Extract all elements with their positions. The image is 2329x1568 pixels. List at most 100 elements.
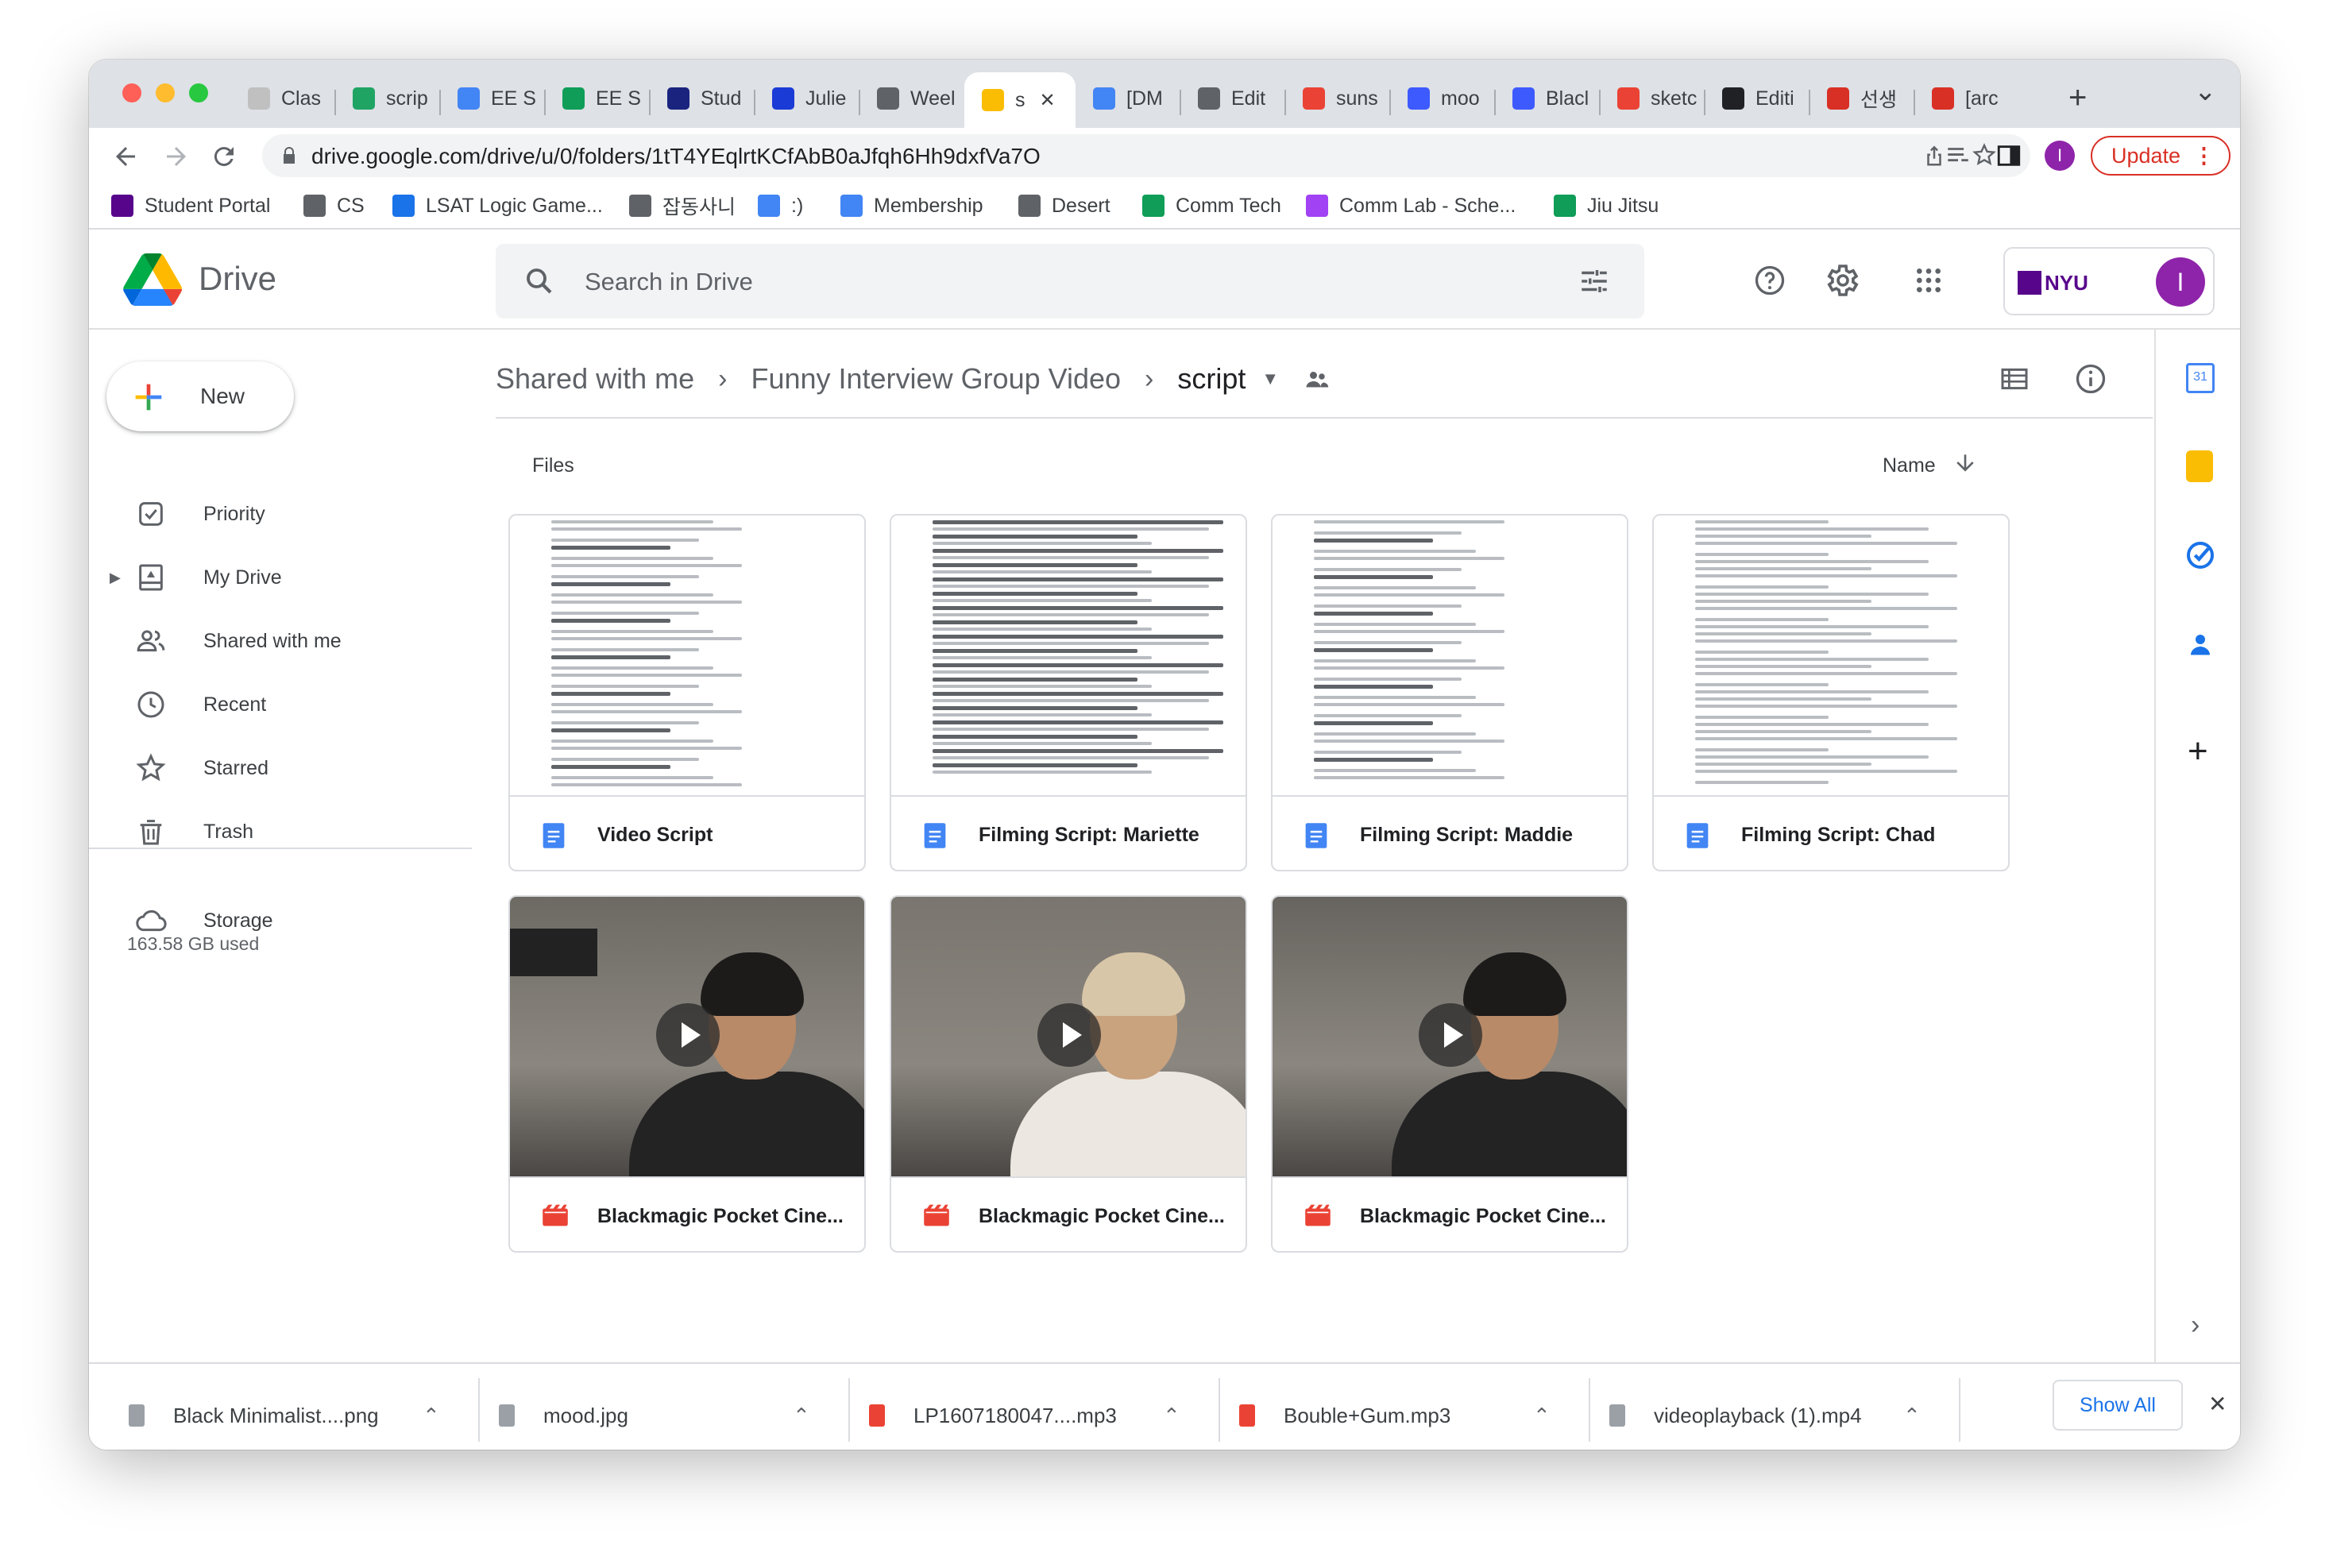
bookmark-item[interactable]: :) bbox=[758, 191, 803, 220]
browser-tab[interactable]: Blacl bbox=[1495, 77, 1600, 120]
download-item[interactable]: videoplayback (1).mp4 ⌃ bbox=[1601, 1385, 1951, 1446]
bookmark-item[interactable]: Student Portal bbox=[111, 191, 270, 220]
bookmark-item[interactable]: Comm Lab - Sche... bbox=[1306, 191, 1516, 220]
sidebar-item-recent[interactable]: Recent bbox=[135, 678, 266, 732]
tab-search-button[interactable]: ⌄ bbox=[2194, 75, 2217, 107]
calendar-icon[interactable]: 31 bbox=[2186, 363, 2215, 393]
dropdown-arrow-icon[interactable]: ▼ bbox=[1261, 369, 1279, 389]
expand-arrow-icon[interactable]: ▶ bbox=[110, 570, 121, 586]
reading-list-icon[interactable] bbox=[1945, 142, 1972, 169]
info-icon[interactable] bbox=[2073, 361, 2108, 396]
list-view-icon[interactable] bbox=[1999, 363, 2030, 395]
account-avatar[interactable]: I bbox=[2156, 257, 2205, 307]
profile-avatar[interactable]: I bbox=[2045, 141, 2075, 171]
bookmark-item[interactable]: CS bbox=[303, 191, 365, 220]
browser-tab[interactable]: Weel bbox=[859, 77, 964, 120]
zoom-window-button[interactable] bbox=[189, 83, 208, 102]
sidebar-item-starred[interactable]: Starred bbox=[135, 741, 268, 795]
file-type-icon bbox=[499, 1404, 515, 1427]
download-item[interactable]: Bouble+Gum.mp3 ⌃ bbox=[1231, 1385, 1581, 1446]
doc-file-card[interactable]: Filming Script: Maddie bbox=[1271, 514, 1628, 871]
bookmark-item[interactable]: Membership bbox=[840, 191, 983, 220]
new-button[interactable]: New bbox=[106, 361, 294, 431]
close-downloads-shelf-button[interactable]: ✕ bbox=[2208, 1391, 2227, 1417]
browser-tab[interactable]: Julie bbox=[755, 77, 859, 120]
video-file-card[interactable]: Blackmagic Pocket Cine... bbox=[508, 895, 866, 1253]
bookmark-item[interactable]: Jiu Jitsu bbox=[1554, 191, 1659, 220]
download-item[interactable]: LP1607180047....mp3 ⌃ bbox=[861, 1385, 1211, 1446]
play-button-icon[interactable] bbox=[656, 1003, 720, 1067]
expand-panel-icon[interactable]: › bbox=[2191, 1310, 2200, 1341]
doc-file-card[interactable]: Video Script bbox=[508, 514, 866, 871]
browser-tab[interactable]: scrip bbox=[335, 77, 440, 120]
browser-tab[interactable]: EE S bbox=[440, 77, 545, 120]
side-panel-icon[interactable] bbox=[1995, 142, 2022, 169]
show-all-downloads-button[interactable]: Show All bbox=[2053, 1380, 2183, 1431]
browser-tab[interactable]: [DM bbox=[1076, 77, 1180, 120]
bookmark-item[interactable]: Comm Tech bbox=[1142, 191, 1281, 220]
sidebar-item-trash[interactable]: Trash bbox=[135, 805, 253, 859]
play-button-icon[interactable] bbox=[1419, 1003, 1482, 1067]
update-button[interactable]: Update ⋮ bbox=[2091, 136, 2231, 176]
video-file-card[interactable]: Blackmagic Pocket Cine... bbox=[1271, 895, 1628, 1253]
contacts-icon[interactable] bbox=[2186, 628, 2215, 660]
doc-text-line bbox=[1314, 696, 1476, 699]
bookmark-item[interactable]: Desert bbox=[1018, 191, 1110, 220]
sort-arrow-down-icon[interactable] bbox=[1952, 450, 1978, 476]
address-bar[interactable]: drive.google.com/drive/u/0/folders/1tT4Y… bbox=[262, 134, 2030, 177]
chevron-up-icon[interactable]: ⌃ bbox=[1533, 1404, 1551, 1428]
new-tab-button[interactable]: + bbox=[2068, 80, 2087, 116]
doc-file-card[interactable]: Filming Script: Mariette bbox=[890, 514, 1247, 871]
bookmark-item[interactable]: 잡동사니 bbox=[629, 191, 736, 220]
drive-logo-icon[interactable] bbox=[122, 253, 183, 306]
bookmark-item[interactable]: LSAT Logic Game... bbox=[392, 191, 603, 220]
download-item[interactable]: mood.jpg ⌃ bbox=[491, 1385, 840, 1446]
browser-tab[interactable]: 선생 bbox=[1810, 77, 1914, 120]
doc-file-card[interactable]: Filming Script: Chad bbox=[1652, 514, 2010, 871]
browser-tab[interactable]: Stud bbox=[650, 77, 755, 120]
chevron-up-icon[interactable]: ⌃ bbox=[793, 1404, 810, 1428]
share-icon[interactable] bbox=[1922, 144, 1946, 168]
bookmark-star-icon[interactable] bbox=[1972, 142, 1997, 168]
chevron-up-icon[interactable]: ⌃ bbox=[1903, 1404, 1921, 1428]
close-tab-icon[interactable]: ✕ bbox=[1040, 89, 1056, 112]
breadcrumb-shared-with-me[interactable]: Shared with me bbox=[496, 362, 694, 396]
help-icon[interactable] bbox=[1752, 263, 1787, 298]
search-icon[interactable] bbox=[523, 265, 556, 298]
reload-icon[interactable] bbox=[210, 142, 238, 171]
browser-tab[interactable]: Clas bbox=[230, 77, 335, 120]
sidebar-item-shared-with-me[interactable]: Shared with me bbox=[135, 614, 342, 668]
settings-gear-icon[interactable] bbox=[1822, 261, 1860, 299]
browser-tab[interactable]: Editi bbox=[1705, 77, 1810, 120]
apps-grid-icon[interactable] bbox=[1913, 265, 1945, 296]
tasks-icon[interactable] bbox=[2184, 539, 2216, 571]
browser-tab[interactable]: sketc bbox=[1600, 77, 1705, 120]
close-window-button[interactable] bbox=[122, 83, 141, 102]
sidebar-item-priority[interactable]: Priority bbox=[135, 487, 265, 541]
play-button-icon[interactable] bbox=[1037, 1003, 1101, 1067]
search-options-icon[interactable] bbox=[1578, 265, 1611, 298]
browser-tab[interactable]: s ✕ bbox=[964, 72, 1076, 128]
forward-arrow-icon[interactable] bbox=[162, 142, 191, 171]
back-arrow-icon[interactable] bbox=[111, 142, 140, 171]
chevron-up-icon[interactable]: ⌃ bbox=[423, 1404, 440, 1428]
account-switcher[interactable]: NYU I bbox=[2003, 247, 2215, 315]
sidebar-item-my-drive[interactable]: ▶ My Drive bbox=[110, 550, 282, 604]
sort-by-name-button[interactable]: Name bbox=[1883, 454, 1936, 477]
download-item[interactable]: Black Minimalist....png ⌃ bbox=[121, 1385, 470, 1446]
browser-tab[interactable]: [arc bbox=[1914, 77, 2019, 120]
add-addon-icon[interactable]: + bbox=[2188, 732, 2208, 771]
browser-tab[interactable]: Edit bbox=[1180, 77, 1285, 120]
doc-text-line bbox=[551, 575, 699, 578]
video-file-card[interactable]: Blackmagic Pocket Cine... bbox=[890, 895, 1247, 1253]
chevron-up-icon[interactable]: ⌃ bbox=[1163, 1404, 1180, 1428]
keep-icon[interactable] bbox=[2186, 450, 2213, 482]
breadcrumb-current[interactable]: script bbox=[1177, 362, 1246, 396]
browser-tab[interactable]: EE S bbox=[545, 77, 650, 120]
browser-tab[interactable]: suns bbox=[1285, 77, 1390, 120]
download-filename: Black Minimalist....png bbox=[173, 1403, 379, 1427]
breadcrumb-folder[interactable]: Funny Interview Group Video bbox=[751, 362, 1121, 396]
minimize-window-button[interactable] bbox=[156, 83, 175, 102]
search-bar[interactable]: Search in Drive bbox=[496, 244, 1644, 319]
browser-tab[interactable]: moo bbox=[1390, 77, 1495, 120]
